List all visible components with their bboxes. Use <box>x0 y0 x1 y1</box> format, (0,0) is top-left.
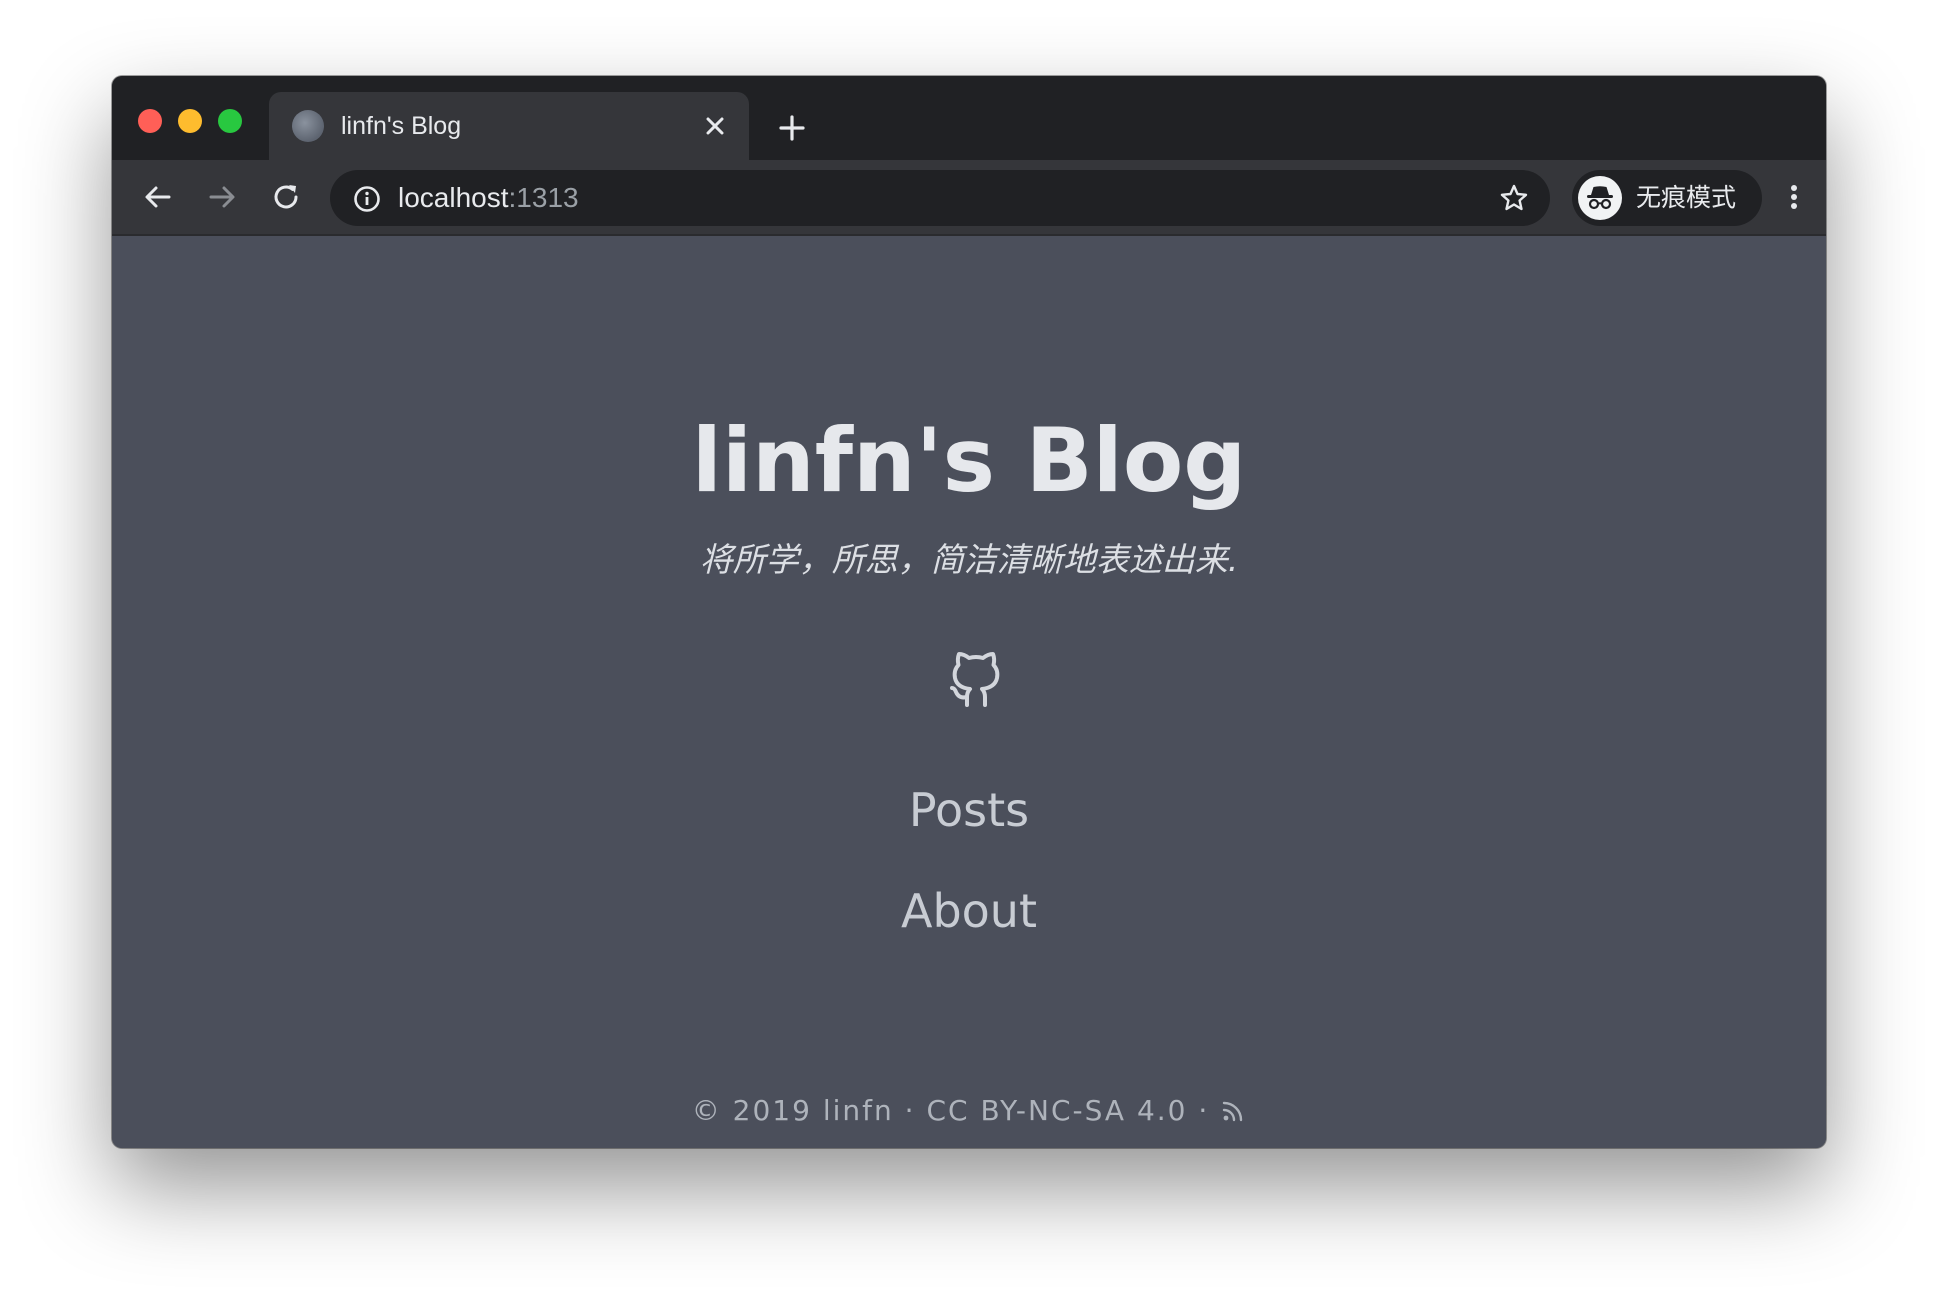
footer-separator: · <box>1198 1094 1210 1127</box>
maximize-window-button[interactable] <box>218 109 242 133</box>
close-tab-icon[interactable] <box>699 110 731 142</box>
active-tab[interactable]: linfn's Blog <box>269 92 749 160</box>
incognito-label: 无痕模式 <box>1636 183 1737 212</box>
footer-license-link[interactable]: CC BY-NC-SA 4.0 <box>926 1093 1187 1129</box>
site-tagline: 将所学，所思，简洁清晰地表述出来. <box>699 540 1239 579</box>
nav-link-posts[interactable]: Posts <box>112 782 1826 838</box>
forward-arrow-icon[interactable] <box>204 179 240 215</box>
footer-separator: · <box>904 1094 916 1127</box>
star-icon[interactable] <box>1498 182 1530 214</box>
new-tab-icon[interactable] <box>774 110 810 146</box>
info-icon[interactable] <box>352 184 382 214</box>
page-footer: © 2019 linfn · CC BY-NC-SA 4.0 · <box>112 1092 1826 1129</box>
footer-copyright: © 2019 linfn <box>691 1094 894 1127</box>
url-port: :1313 <box>508 182 579 213</box>
back-arrow-icon[interactable] <box>140 179 176 215</box>
browser-toolbar: localhost:1313 无痕模式 <box>112 160 1826 236</box>
incognito-icon <box>1578 176 1622 220</box>
browser-window: linfn's Blog localhost:1313 无痕模式 linfn's… <box>112 76 1826 1148</box>
nav-link-about[interactable]: About <box>112 883 1826 939</box>
tab-title: linfn's Blog <box>341 112 462 140</box>
web-page: linfn's Blog 将所学，所思，简洁清晰地表述出来. Posts Abo… <box>112 236 1826 1148</box>
site-title[interactable]: linfn's Blog <box>112 406 1826 516</box>
site-favicon-icon <box>292 110 324 142</box>
close-window-button[interactable] <box>138 109 162 133</box>
incognito-profile-button[interactable]: 无痕模式 <box>1572 170 1762 226</box>
reload-icon[interactable] <box>268 179 304 215</box>
github-icon[interactable] <box>941 643 1011 713</box>
tab-strip: linfn's Blog <box>112 76 1826 160</box>
rss-icon[interactable] <box>1220 1098 1246 1124</box>
kebab-menu-icon[interactable] <box>1784 179 1804 215</box>
minimize-window-button[interactable] <box>178 109 202 133</box>
url-text[interactable]: localhost:1313 <box>398 181 579 215</box>
url-host: localhost <box>398 182 509 213</box>
address-bar[interactable]: localhost:1313 <box>330 170 1550 226</box>
